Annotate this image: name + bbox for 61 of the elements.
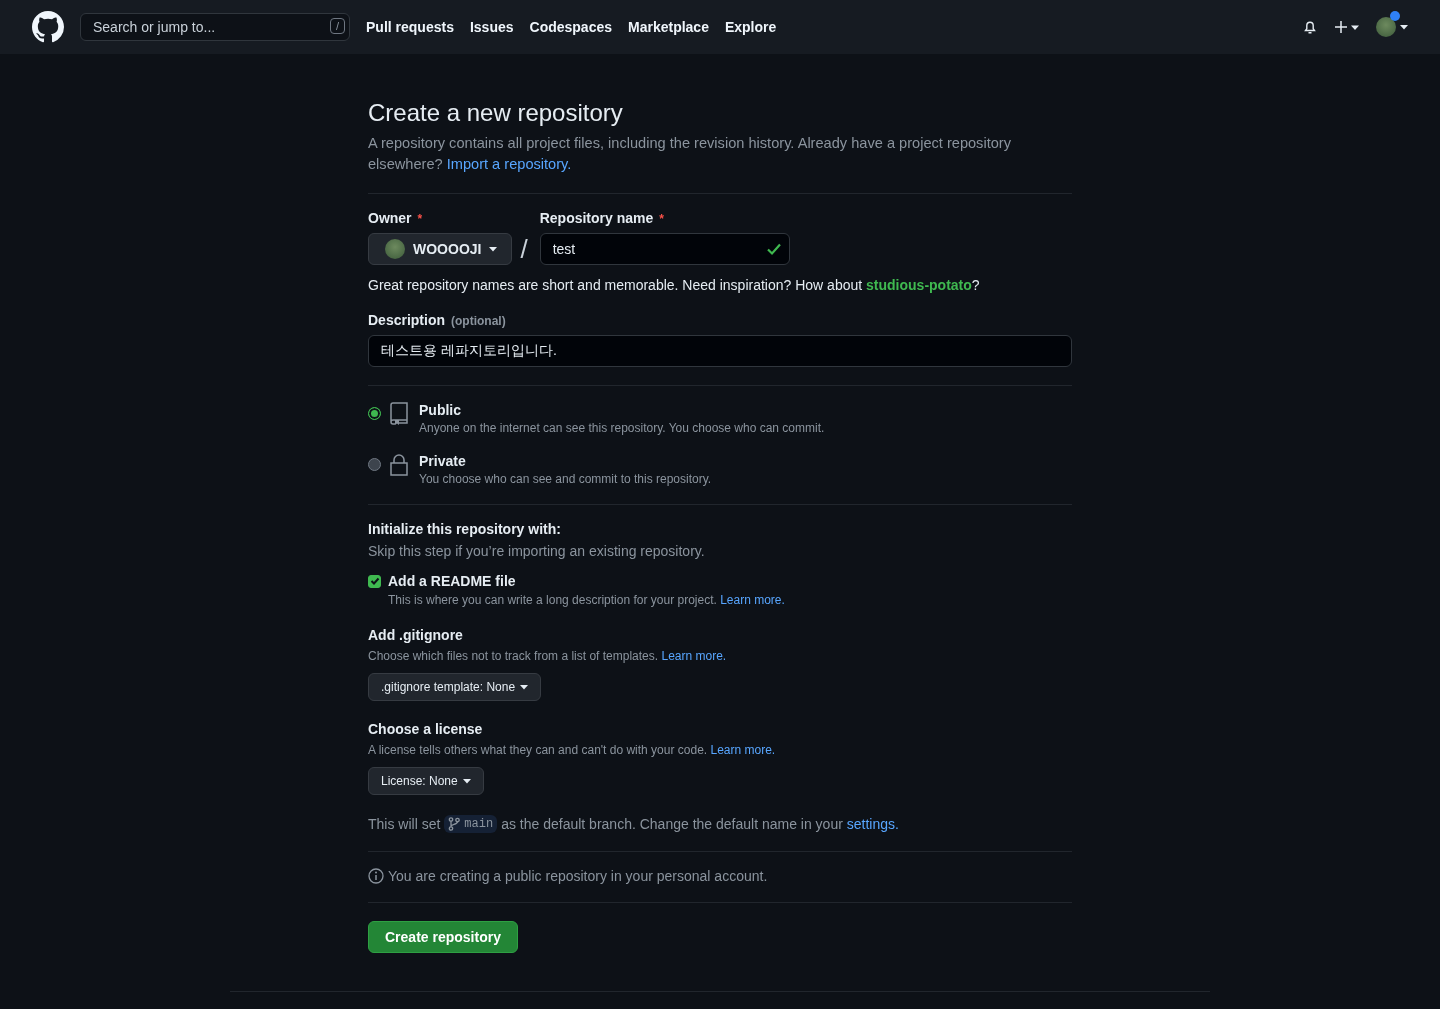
- section-description: A license tells others what they can and can't do with your code. Learn more.: [368, 743, 777, 757]
- radio-button[interactable]: [368, 407, 381, 420]
- path-separator: /: [520, 233, 529, 265]
- owner-label: Owner: [368, 210, 412, 226]
- create-repository-button[interactable]: Create repository: [368, 921, 518, 953]
- nav-link[interactable]: Pull requests: [366, 19, 454, 35]
- branch-text: This will set: [368, 816, 441, 832]
- name-suggestion-text: Great repository names are short and memorable. Need inspiration? How about studious-potato?: [368, 277, 981, 293]
- required-mark: *: [417, 212, 423, 226]
- shortcut-key: /: [329, 18, 345, 34]
- branch-text: as the default branch. Change the default name in your settings.: [501, 816, 899, 832]
- description-field[interactable]: 테스트용 레파지토리입니다.: [368, 335, 1072, 367]
- owner-dropdown[interactable]: WOOOOJI: [368, 233, 513, 265]
- repository-name-field[interactable]: test: [539, 233, 790, 265]
- notification-dot: [1390, 11, 1400, 21]
- nav-link[interactable]: Codespaces: [529, 19, 612, 35]
- section-description: Choose which files not to track from a list of templates. Learn more.: [368, 649, 728, 663]
- nav-link[interactable]: Explore: [724, 19, 777, 35]
- description-label: Description: [368, 312, 445, 328]
- visibility-label: Private: [419, 453, 467, 469]
- learn-more-link[interactable]: Learn more.: [720, 593, 785, 607]
- page-title: Create a new repository: [368, 99, 624, 127]
- readme-description: This is where you can write a long description for your project. Learn more.: [388, 593, 786, 607]
- visibility-label: Public: [419, 402, 462, 418]
- intro-text: A repository contains all project files, including the revision history. Already have a project repository elsewhere? Import a repository.: [368, 134, 1012, 174]
- user-avatar[interactable]: [1376, 17, 1396, 37]
- section-heading: Initialize this repository with:: [368, 521, 562, 537]
- info-icon: [368, 868, 384, 884]
- section-heading: Add .gitignore: [368, 627, 464, 643]
- book-icon: [389, 402, 409, 426]
- checkbox-label[interactable]: Add a README file: [388, 573, 516, 589]
- learn-more-link[interactable]: Learn more.: [710, 743, 776, 757]
- section-subtext: Skip this step if you’re importing an existing repository.: [368, 543, 706, 559]
- checkbox[interactable]: [368, 574, 381, 588]
- caret-icon: [520, 684, 529, 690]
- visibility-description: You choose who can see and commit to this repository.: [419, 472, 712, 486]
- nav-link[interactable]: Marketplace: [628, 19, 709, 35]
- branch-icon: [448, 817, 461, 831]
- learn-more-link[interactable]: Learn more.: [661, 649, 727, 663]
- info-text: You are creating a public repository in your personal account.: [388, 868, 768, 884]
- template-dropdown[interactable]: License: None: [368, 767, 484, 795]
- suggested-name-link[interactable]: studious-potato: [866, 277, 972, 293]
- caret-icon: [462, 778, 471, 784]
- repository-name-label: Repository name: [539, 210, 654, 226]
- template-dropdown[interactable]: .gitignore template: None: [368, 673, 542, 701]
- section-heading: Choose a license: [368, 721, 484, 737]
- bell-icon[interactable]: [1302, 19, 1318, 35]
- caret-icon[interactable]: [1400, 24, 1408, 30]
- radio-button[interactable]: [368, 458, 381, 471]
- required-mark: *: [659, 212, 664, 226]
- nav-link[interactable]: Issues: [469, 19, 514, 35]
- lock-icon: [389, 453, 409, 477]
- octocat-logo-icon[interactable]: [32, 11, 64, 43]
- settings-link[interactable]: settings.: [846, 816, 899, 832]
- caret-icon: [489, 246, 498, 252]
- optional-hint: (optional): [451, 314, 506, 328]
- visibility-description: Anyone on the internet can see this repository. You choose who can commit.: [419, 421, 825, 435]
- import-link[interactable]: Import a repository.: [446, 156, 572, 172]
- owner-avatar: [385, 239, 405, 259]
- branch-name-tag: main: [444, 815, 498, 833]
- plus-caret-icon[interactable]: [1334, 19, 1360, 35]
